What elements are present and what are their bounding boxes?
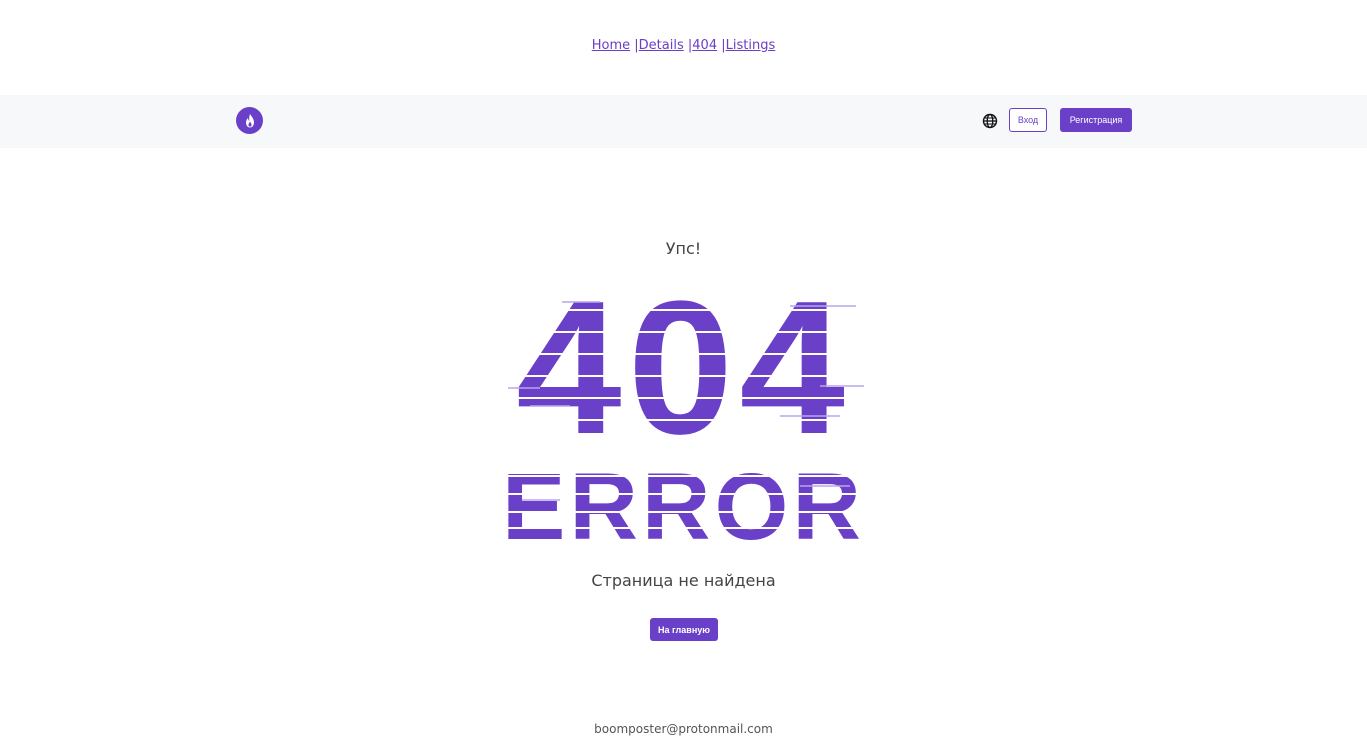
breadcrumb: Home |Details |404 |Listings xyxy=(0,38,1367,53)
flame-icon xyxy=(245,113,254,127)
register-button[interactable]: Регистрация xyxy=(1060,108,1132,132)
globe-icon[interactable] xyxy=(982,113,998,129)
go-home-button[interactable]: На главную xyxy=(650,618,718,641)
breadcrumb-listings-link[interactable]: Listings xyxy=(726,38,776,53)
not-found-message: Страница не найдена xyxy=(591,571,776,590)
footer-email: boomposter@protonmail.com xyxy=(594,722,773,736)
breadcrumb-home-link[interactable]: Home xyxy=(592,38,630,53)
site-header: Вход Регистрация xyxy=(0,95,1367,148)
breadcrumb-404-link[interactable]: 404 xyxy=(692,38,717,53)
oops-heading: Упс! xyxy=(665,239,702,258)
login-button[interactable]: Вход xyxy=(1009,108,1047,132)
logo[interactable] xyxy=(236,107,263,134)
breadcrumb-details-link[interactable]: Details xyxy=(639,38,684,53)
error-404-illustration: 404 ERROR xyxy=(500,280,867,545)
